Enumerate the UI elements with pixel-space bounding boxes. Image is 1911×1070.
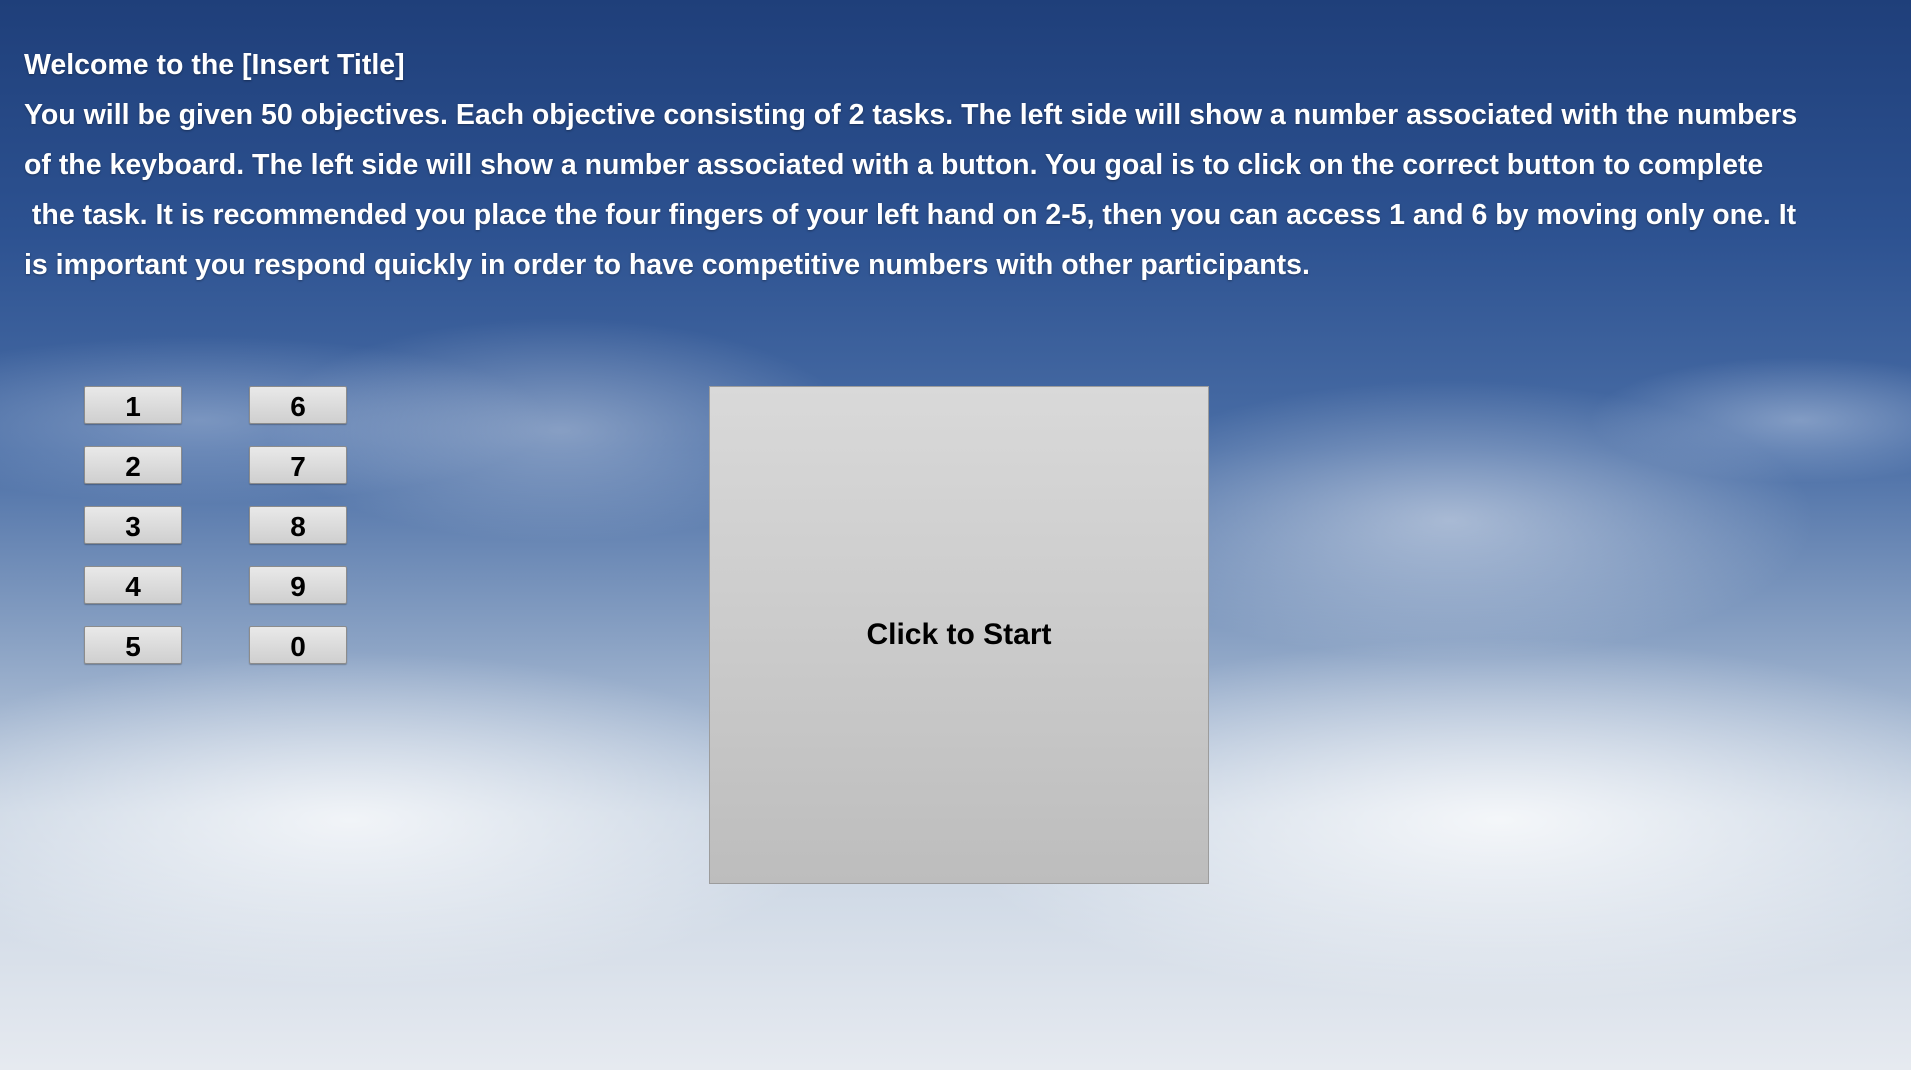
key-button-2[interactable]: 2: [84, 446, 182, 484]
start-button[interactable]: Click to Start: [709, 386, 1209, 884]
key-button-1[interactable]: 1: [84, 386, 182, 424]
instruction-line-2: of the keyboard. The left side will show…: [24, 149, 1764, 181]
instruction-line-4: is important you respond quickly in orde…: [24, 249, 1310, 281]
key-button-5[interactable]: 5: [84, 626, 182, 664]
instruction-line-1: You will be given 50 objectives. Each ob…: [24, 99, 1798, 131]
start-button-label: Click to Start: [866, 618, 1052, 651]
key-button-4[interactable]: 4: [84, 566, 182, 604]
key-button-9[interactable]: 9: [249, 566, 347, 604]
key-button-7[interactable]: 7: [249, 446, 347, 484]
instruction-line-3: the task. It is recommended you place th…: [24, 199, 1797, 231]
key-button-3[interactable]: 3: [84, 506, 182, 544]
key-button-6[interactable]: 6: [249, 386, 347, 424]
page-title: Welcome to the [Insert Title]: [24, 49, 405, 81]
key-button-8[interactable]: 8: [249, 506, 347, 544]
instructions-panel: Welcome to the [Insert Title] You will b…: [24, 40, 1909, 290]
key-button-0[interactable]: 0: [249, 626, 347, 664]
